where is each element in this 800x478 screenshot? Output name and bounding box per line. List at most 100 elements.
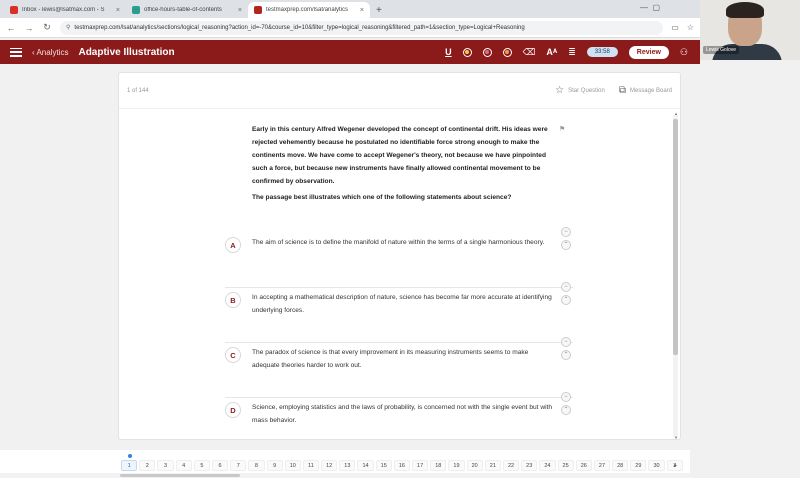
card-header: 1 of 144 ☆ Star Question ⧉ Message Board — [119, 73, 680, 109]
window-controls[interactable]: — ▢ — [640, 3, 660, 12]
question-number-button[interactable]: 24 — [539, 460, 556, 471]
expand-up-icon[interactable]: ⌃ — [561, 350, 571, 360]
eliminate-icon[interactable]: − — [561, 392, 571, 402]
tab-title: Inbox - lewis@lsatmax.com - S — [22, 7, 105, 13]
answer-choice-c[interactable]: C The paradox of science is that every i… — [225, 337, 573, 398]
answer-choice-a[interactable]: A The aim of science is to define the ma… — [225, 227, 573, 288]
eliminate-icon[interactable]: − — [561, 227, 571, 237]
question-number-button[interactable]: 25 — [557, 460, 574, 471]
eraser-icon[interactable]: ⌫ — [523, 47, 536, 58]
choice-letter: D — [225, 402, 241, 418]
question-number-button[interactable]: 7 — [230, 460, 247, 471]
horizontal-scrollbar[interactable] — [0, 473, 690, 478]
question-number-button[interactable]: 18 — [430, 460, 447, 471]
question-card: 1 of 144 ☆ Star Question ⧉ Message Board… — [118, 72, 681, 440]
question-number-button[interactable]: 27 — [593, 460, 611, 471]
message-board-button[interactable]: ⧉ Message Board — [619, 85, 672, 96]
back-icon[interactable]: ← — [6, 23, 16, 33]
expand-up-icon[interactable]: ⌃ — [561, 240, 571, 250]
highlight-orange-icon[interactable] — [502, 47, 512, 57]
question-number-button[interactable]: 21 — [484, 460, 501, 471]
question-number-button[interactable]: 13 — [339, 460, 356, 471]
question-number-button[interactable]: 17 — [412, 460, 429, 471]
bookmark-star-icon[interactable]: ☆ — [687, 23, 694, 32]
expand-up-icon[interactable]: ⌃ — [561, 405, 571, 415]
font-size-icon[interactable]: Aᴬ — [546, 47, 557, 57]
question-counter: 1 of 144 — [127, 87, 149, 94]
question-number-button[interactable]: 14 — [357, 460, 374, 471]
scrollbar-thumb[interactable] — [673, 119, 678, 355]
answer-choice-d[interactable]: D Science, employing statistics and the … — [225, 392, 573, 439]
question-number-button[interactable]: 5 — [193, 460, 210, 471]
question-number-button[interactable]: 3 — [157, 460, 174, 471]
close-tab-icon[interactable]: × — [360, 7, 364, 14]
message-icon: ⧉ — [618, 85, 626, 96]
url-text: testmaxprep.com/lsat/analytics/sections/… — [74, 24, 525, 31]
choice-text: The aim of science is to define the mani… — [252, 239, 545, 246]
star-question-label: Star Question — [568, 87, 605, 94]
highlight-yellow-icon[interactable] — [462, 47, 472, 57]
timer-badge[interactable]: 33:58 — [586, 47, 618, 57]
page-title: Adaptive Illustration — [78, 46, 175, 58]
question-number-button[interactable]: 19 — [448, 460, 465, 471]
doc-icon — [132, 6, 140, 14]
review-button[interactable]: Review — [628, 45, 669, 59]
question-number-button[interactable]: 16 — [393, 460, 410, 471]
line-spacing-icon[interactable]: ≣ — [568, 47, 576, 58]
question-number-list: 1 2 3 4 5 6 7 8 9 10 11 12 13 14 15 16 17 18 19 20 21 22 23 24 2… — [121, 460, 683, 471]
question-number-button[interactable]: 4 — [175, 460, 192, 471]
question-number-button[interactable]: 9 — [266, 460, 283, 471]
question-number-button[interactable]: 2 — [139, 460, 156, 471]
underline-icon[interactable]: U — [445, 47, 452, 57]
question-number-button[interactable]: 11 — [302, 460, 320, 471]
new-tab-button[interactable]: + — [370, 5, 388, 18]
question-number-button[interactable]: 6 — [211, 460, 229, 471]
hamburger-menu-icon[interactable] — [10, 47, 22, 57]
expand-up-icon[interactable]: ⌃ — [561, 295, 571, 305]
browser-tab-inbox[interactable]: Inbox - lewis@lsatmax.com - S × — [4, 2, 126, 18]
app-header: ‹ Analytics Adaptive Illustration U ⌫ Aᴬ… — [0, 40, 700, 64]
question-number-button[interactable]: 22 — [502, 460, 520, 471]
webcam-video: Lewis Golove — [700, 0, 800, 60]
browser-tab-office-hours[interactable]: office-hours-table-of-contents × — [126, 2, 248, 18]
gmail-icon — [10, 6, 18, 14]
question-number-button[interactable]: 29 — [630, 460, 647, 471]
back-to-analytics-link[interactable]: ‹ Analytics — [32, 48, 68, 57]
testmax-icon — [254, 6, 262, 14]
close-tab-icon[interactable]: × — [116, 7, 120, 14]
site-info-icon[interactable]: ⚲ — [66, 24, 70, 31]
question-navigator: 1 2 3 4 5 6 7 8 9 10 11 12 13 14 15 16 17 18 19 20 21 22 23 24 2… — [0, 450, 690, 478]
eliminate-icon[interactable]: − — [561, 337, 571, 347]
question-number-button[interactable]: 20 — [466, 460, 483, 471]
toolbar: U ⌫ Aᴬ ≣ 33:58 Review ⚇ — [445, 40, 688, 64]
message-board-label: Message Board — [629, 87, 672, 94]
scroll-down-arrow[interactable]: ▼ — [674, 435, 678, 439]
horizontal-scrollbar-thumb[interactable] — [120, 474, 240, 477]
tab-title: office-hours-table-of-contents — [144, 7, 222, 13]
question-number-button[interactable]: 10 — [284, 460, 301, 471]
choice-text: In accepting a mathematical description … — [252, 294, 552, 314]
eliminate-icon[interactable]: − — [561, 282, 571, 292]
browser-tab-testmax[interactable]: testmaxprep.com/lsat/analytics × — [248, 2, 370, 18]
question-number-button[interactable]: 28 — [612, 460, 629, 471]
tab-title: testmaxprep.com/lsat/analytics — [266, 7, 349, 13]
url-field[interactable]: ⚲ testmaxprep.com/lsat/analytics/section… — [60, 20, 664, 35]
user-icon[interactable]: ⚇ — [680, 47, 688, 58]
question-number-button[interactable]: 26 — [575, 460, 592, 471]
vertical-scrollbar[interactable] — [673, 115, 678, 437]
reload-icon[interactable]: ↻ — [42, 22, 52, 33]
question-number-button[interactable]: 15 — [375, 460, 392, 471]
cast-icon[interactable]: ▭ — [671, 23, 679, 32]
flag-icon[interactable]: ⚑ — [559, 125, 565, 133]
answer-choice-b[interactable]: B In accepting a mathematical descriptio… — [225, 282, 573, 343]
question-number-button[interactable]: 30 — [648, 460, 665, 471]
close-tab-icon[interactable]: × — [238, 7, 242, 14]
question-number-button[interactable]: 8 — [248, 460, 265, 471]
question-number-button[interactable]: 23 — [521, 460, 538, 471]
star-question-button[interactable]: ☆ Star Question — [555, 85, 605, 96]
question-number-button[interactable]: 1 — [121, 460, 138, 471]
forward-icon[interactable]: → — [24, 23, 34, 33]
nav-scroll-right-icon[interactable]: ▸ — [674, 462, 677, 469]
highlight-pink-icon[interactable] — [482, 47, 492, 57]
question-number-button[interactable]: 12 — [321, 460, 338, 471]
